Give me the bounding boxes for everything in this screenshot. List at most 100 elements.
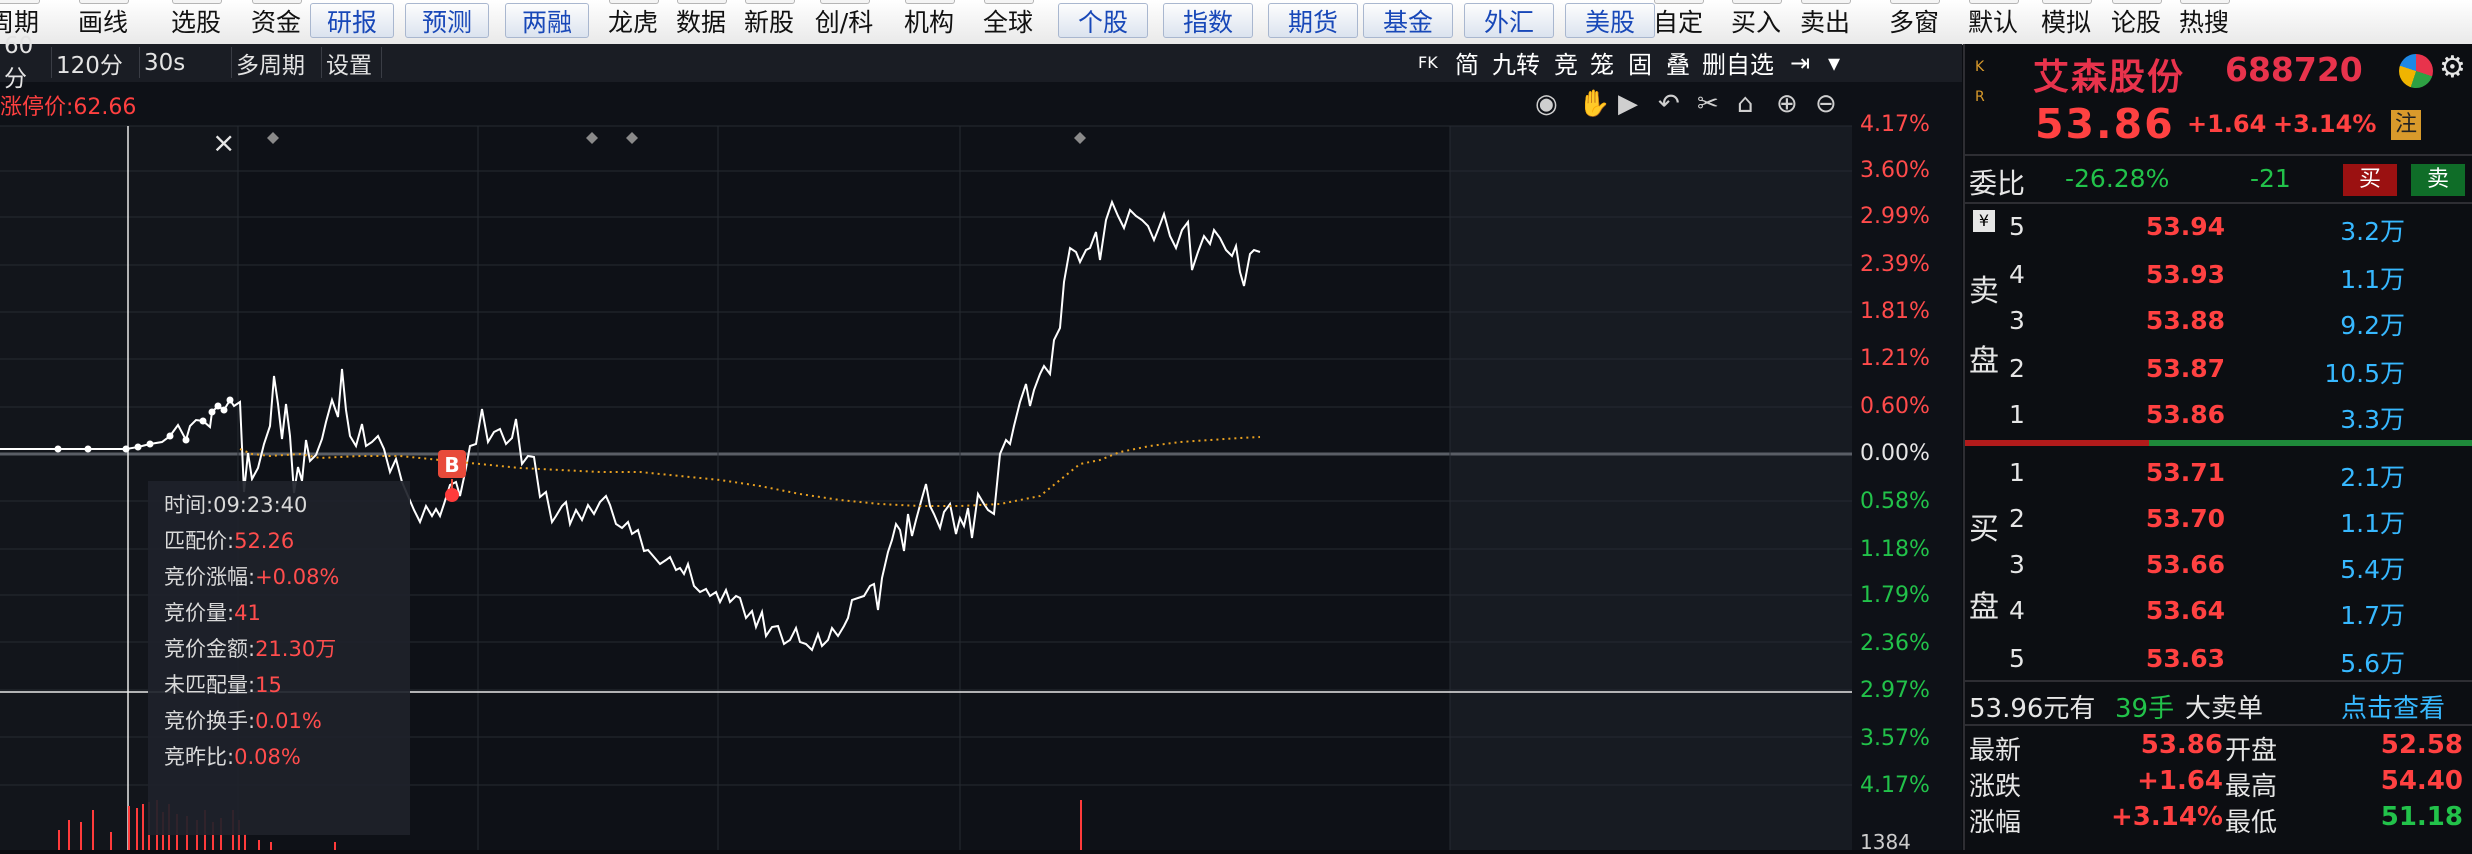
axis-tick-label: 1.79% (1860, 583, 1930, 608)
auction-point (84, 445, 92, 453)
weicha-value: -21 (2250, 164, 2291, 193)
institution-menu[interactable]: 机构 (892, 0, 966, 40)
toolbar-label: 个股 (1077, 7, 1128, 37)
axis-tick-label: 4.17% (1860, 112, 1930, 137)
bid-level-row[interactable]: 4 53.64 1.7万 (1965, 590, 2472, 634)
zoom-out-icon[interactable]: ⊖ (1815, 89, 1837, 119)
level-index: 2 (2009, 504, 2025, 533)
volume-bar (244, 834, 246, 850)
axis-tick-label: 3.60% (1860, 158, 1930, 183)
futures-button[interactable]: 期货 (1268, 3, 1358, 38)
level-index: 5 (2009, 644, 2025, 673)
ask-price: 53.94 (2145, 212, 2225, 241)
tooltip-change-row: 竞价涨幅:+0.08% (164, 565, 340, 589)
bid-volume: 5.4万 (2340, 555, 2405, 584)
kr-icon: KR (1975, 59, 1985, 105)
dragon-tiger-menu[interactable]: 龙虎 (600, 0, 666, 40)
tooltip-volume-row: 竞价量:41 (164, 601, 261, 625)
toolbar-label: 买入 (1730, 8, 1781, 37)
axis-tick-label: 0.00% (1860, 441, 1930, 466)
bid-level-row[interactable]: 5 53.63 5.6万 (1965, 638, 2472, 682)
auction-point (134, 443, 142, 451)
undo-icon[interactable]: ↶ (1658, 89, 1680, 119)
fund-button[interactable]: 基金 (1363, 3, 1453, 38)
ask-volume: 3.3万 (2340, 405, 2405, 434)
ipo-menu[interactable]: 新股 (736, 0, 802, 40)
ask-level-row[interactable]: 2 53.87 10.5万 (1965, 348, 2472, 392)
bid-price: 53.64 (2145, 596, 2225, 625)
toolbar-label: 美股 (1584, 7, 1635, 37)
big-order-label: 大卖单 (2185, 694, 2264, 724)
big-order-link[interactable]: 点击查看 (2341, 688, 2445, 725)
axis-tick-label: 0.58% (1860, 489, 1930, 514)
toolbar-icon (905, 0, 955, 4)
hot-search-menu[interactable]: 热搜 (2171, 0, 2237, 40)
auction-point (226, 396, 234, 404)
volume-bar (68, 820, 70, 850)
level-index: 1 (2009, 458, 2025, 487)
forum-menu[interactable]: 论股 (2103, 0, 2169, 40)
lock-icon[interactable]: ⌂ (1737, 89, 1754, 119)
stat-label: 最低 (2225, 808, 2278, 838)
volume-bar (92, 810, 94, 850)
us-stock-button[interactable]: 美股 (1565, 3, 1655, 38)
toolbar-icon (2042, 0, 2092, 4)
bid-price: 53.70 (2145, 504, 2225, 533)
margin-trading-button[interactable]: 两融 (505, 3, 589, 38)
bid-price: 53.66 (2145, 550, 2225, 579)
fund-flow-menu[interactable]: 资金 (245, 0, 307, 40)
bid-level-row[interactable]: 2 53.70 1.1万 (1965, 498, 2472, 542)
drawing-menu[interactable]: 画线 (72, 0, 134, 40)
volume-bar (136, 808, 138, 850)
close-icon[interactable]: × (212, 126, 235, 159)
auction-point (182, 436, 190, 444)
stat-value: 52.58 (2380, 730, 2463, 760)
level-index: 3 (2009, 550, 2025, 579)
toolbar-label: 论股 (2110, 8, 2161, 37)
play-icon[interactable]: ▶ (1618, 89, 1638, 119)
level-index: 4 (2009, 596, 2025, 625)
custom-menu[interactable]: 自定 (1645, 0, 1711, 40)
buy-button[interactable]: 买 (2343, 164, 2397, 196)
stats-row: 涨跌 +1.64 最高 54.40 (1965, 766, 2472, 802)
toolbar-label: 预测 (421, 7, 472, 37)
data-menu[interactable]: 数据 (668, 0, 734, 40)
ask-level-row[interactable]: 4 53.93 1.1万 (1965, 254, 2472, 298)
star-market-menu[interactable]: 创/科 (807, 0, 881, 40)
bid-volume: 1.1万 (2340, 509, 2405, 538)
forex-button[interactable]: 外汇 (1464, 3, 1554, 38)
sell-menu[interactable]: 卖出 (1792, 0, 1858, 40)
bid-price: 53.71 (2145, 458, 2225, 487)
ask-level-row[interactable]: 1 53.86 3.3万 (1965, 394, 2472, 438)
ask-level-row[interactable]: 3 53.88 9.2万 (1965, 300, 2472, 344)
toolbar-label: 选股 (170, 8, 221, 37)
scissors-icon[interactable]: ✂ (1697, 89, 1719, 119)
gear-icon[interactable]: ⚙ (2439, 50, 2466, 85)
bid-level-row[interactable]: 1 53.71 2.1万 (1965, 452, 2472, 496)
zoom-in-icon[interactable]: ⊕ (1776, 89, 1798, 119)
simulation-menu[interactable]: 模拟 (2033, 0, 2099, 40)
default-menu[interactable]: 默认 (1960, 0, 2026, 40)
toolbar-icon (984, 0, 1034, 4)
stats-row: 最新 53.86 开盘 52.58 (1965, 730, 2472, 766)
global-menu[interactable]: 全球 (971, 0, 1045, 40)
pie-chart-icon[interactable] (2399, 54, 2433, 88)
ask-level-row[interactable]: 5 53.94 3.2万 (1965, 206, 2472, 250)
sell-button[interactable]: 卖 (2411, 164, 2465, 196)
notice-badge[interactable]: 注 (2391, 110, 2421, 140)
toolbar-icon (79, 0, 129, 4)
individual-stock-button[interactable]: 个股 (1058, 3, 1148, 38)
eye-icon[interactable]: ◉ (1535, 89, 1558, 119)
research-button[interactable]: 研报 (310, 3, 394, 38)
buy-menu[interactable]: 买入 (1723, 0, 1789, 40)
stock-screener-menu[interactable]: 选股 (165, 0, 227, 40)
toolbar-label: 龙虎 (607, 8, 658, 37)
index-button[interactable]: 指数 (1163, 3, 1253, 38)
axis-tick-label: 3.57% (1860, 726, 1930, 751)
bid-level-row[interactable]: 3 53.66 5.4万 (1965, 544, 2472, 588)
multi-window-menu[interactable]: 多窗 (1877, 0, 1951, 40)
forecast-button[interactable]: 预测 (405, 3, 489, 38)
toolbar-label: 指数 (1182, 7, 1233, 37)
hand-icon[interactable]: ✋ (1578, 89, 1610, 119)
ask-volume: 10.5万 (2324, 359, 2405, 388)
